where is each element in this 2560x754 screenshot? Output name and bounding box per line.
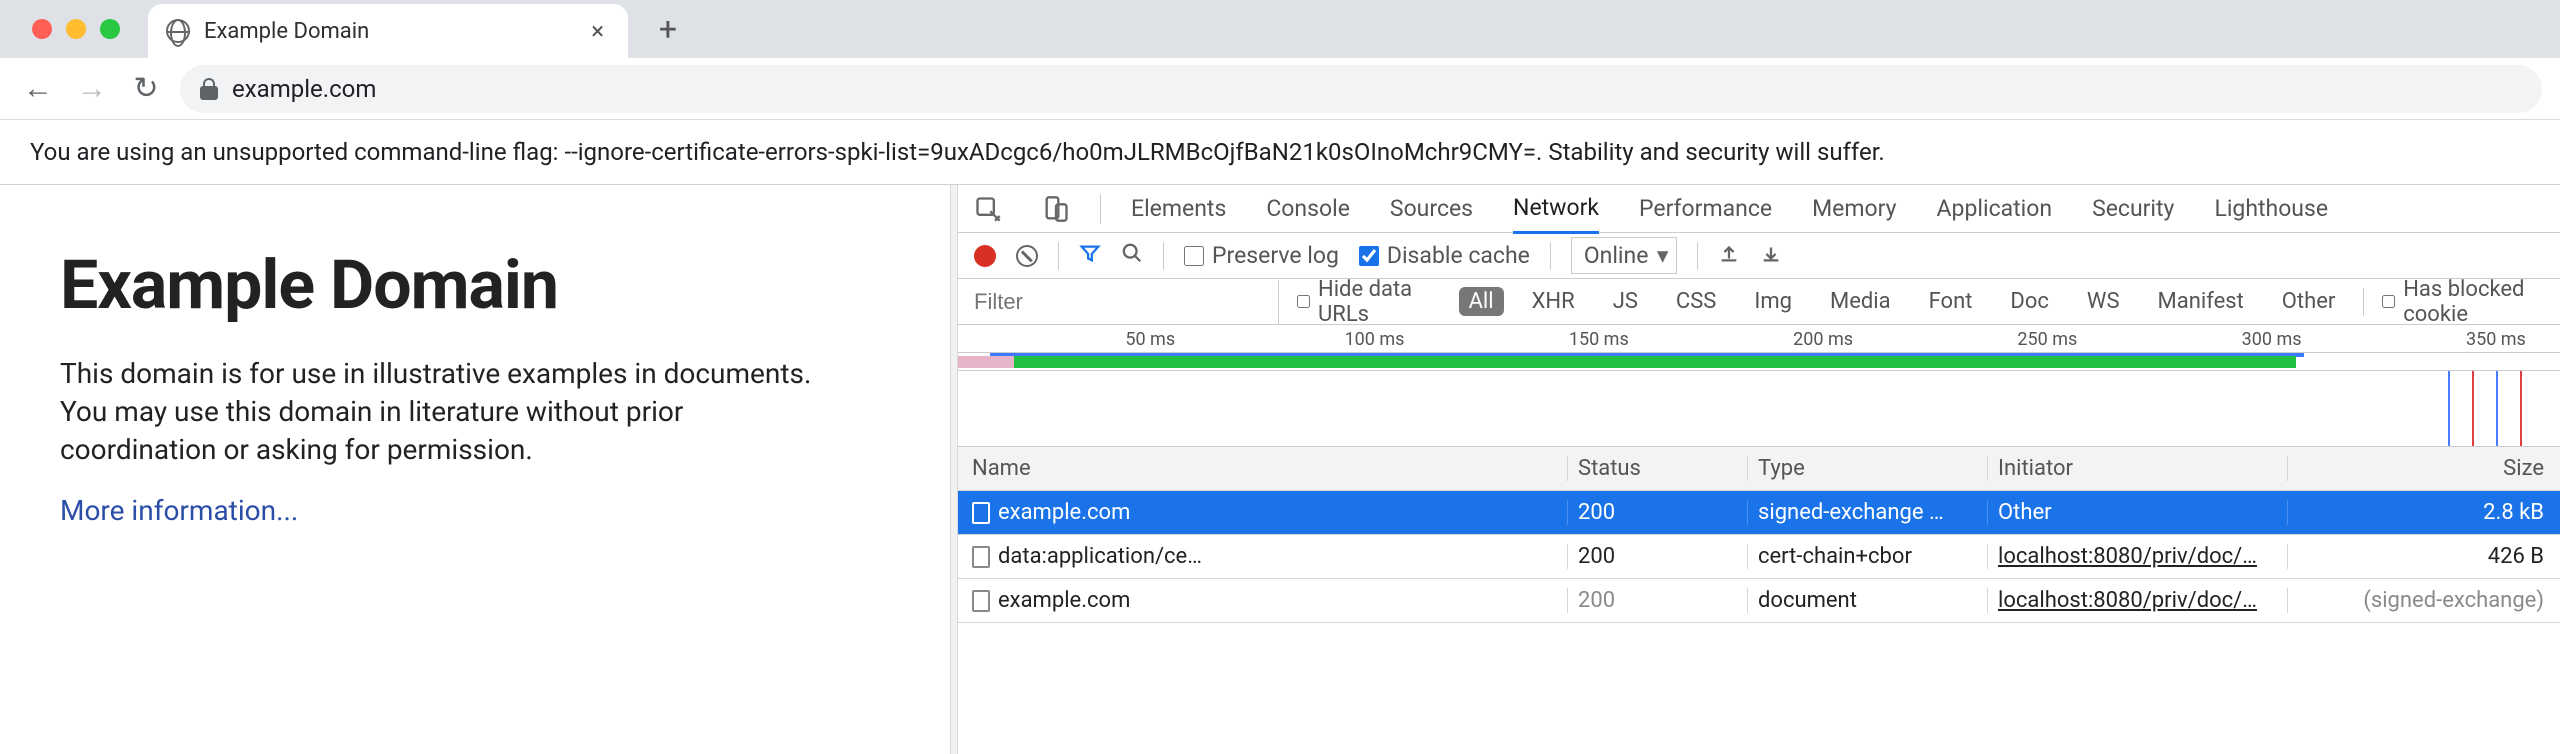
file-icon [972, 502, 990, 524]
back-button[interactable]: ← [18, 69, 58, 109]
page-content: Example Domain This domain is for use in… [0, 185, 950, 754]
record-button[interactable] [974, 245, 996, 267]
devtools: Elements Console Sources Network Perform… [958, 185, 2560, 754]
panel-tab-network[interactable]: Network [1513, 184, 1599, 234]
col-header-name[interactable]: Name [958, 456, 1568, 481]
forward-button[interactable]: → [72, 69, 112, 109]
filter-type-other[interactable]: Other [2272, 287, 2346, 316]
filter-type-ws[interactable]: WS [2077, 287, 2130, 316]
panel-tab-memory[interactable]: Memory [1812, 185, 1896, 232]
col-header-initiator[interactable]: Initiator [1988, 456, 2288, 481]
clear-button[interactable] [1016, 245, 1038, 267]
timeline-ruler[interactable]: 50 ms 100 ms 150 ms 200 ms 250 ms 300 ms… [958, 325, 2560, 353]
file-icon [972, 590, 990, 612]
filter-type-css[interactable]: CSS [1666, 287, 1726, 316]
filter-type-img[interactable]: Img [1744, 287, 1802, 316]
timeline-overview[interactable] [958, 353, 2560, 371]
network-row[interactable]: example.com 200 document localhost:8080/… [958, 579, 2560, 623]
panel-tab-elements[interactable]: Elements [1131, 185, 1226, 232]
page-body: This domain is for use in illustrative e… [60, 355, 820, 468]
network-row[interactable]: data:application/ce… 200 cert-chain+cbor… [958, 535, 2560, 579]
close-tab-button[interactable]: × [585, 17, 610, 45]
panel-tab-security[interactable]: Security [2092, 185, 2174, 232]
col-header-status[interactable]: Status [1568, 456, 1748, 481]
filter-type-font[interactable]: Font [1919, 287, 1983, 316]
panel-tab-application[interactable]: Application [1937, 185, 2053, 232]
panel-tab-performance[interactable]: Performance [1639, 185, 1772, 232]
filter-type-doc[interactable]: Doc [2000, 287, 2059, 316]
inspect-element-icon[interactable] [974, 195, 1002, 223]
window-zoom-button[interactable] [100, 19, 120, 39]
filter-toggle-icon[interactable] [1079, 242, 1101, 270]
hide-data-urls-checkbox[interactable]: Hide data URLs [1297, 277, 1441, 327]
globe-icon [166, 19, 190, 43]
infobar-warning: You are using an unsupported command-lin… [0, 120, 2560, 185]
filter-type-xhr[interactable]: XHR [1522, 287, 1585, 316]
network-table: Name Status Type Initiator Size example.… [958, 447, 2560, 623]
col-header-type[interactable]: Type [1748, 456, 1988, 481]
devtools-resizer[interactable] [950, 185, 958, 754]
network-filter-bar: Hide data URLs All XHR JS CSS Img Media … [958, 279, 2560, 325]
preserve-log-checkbox[interactable]: Preserve log [1184, 242, 1339, 269]
throttling-select[interactable]: Online [1571, 237, 1678, 274]
timeline-gap[interactable] [958, 371, 2560, 447]
disable-cache-checkbox[interactable]: Disable cache [1359, 242, 1530, 269]
reload-button[interactable]: ↻ [126, 69, 166, 109]
browser-tab-strip: Example Domain × + [0, 0, 2560, 58]
col-header-size[interactable]: Size [2288, 456, 2560, 481]
browser-toolbar: ← → ↻ example.com [0, 58, 2560, 120]
tab-title: Example Domain [204, 19, 585, 44]
network-row[interactable]: example.com 200 signed-exchange … Other … [958, 491, 2560, 535]
window-controls [32, 19, 120, 39]
export-har-icon[interactable] [1760, 242, 1782, 270]
filter-type-js[interactable]: JS [1603, 287, 1648, 316]
has-blocked-cookies-checkbox[interactable]: Has blocked cookie [2382, 277, 2560, 327]
filter-type-all[interactable]: All [1459, 287, 1504, 316]
more-information-link[interactable]: More information... [60, 494, 298, 527]
address-bar[interactable]: example.com [180, 65, 2542, 113]
search-icon[interactable] [1121, 242, 1143, 270]
window-minimize-button[interactable] [66, 19, 86, 39]
browser-tab[interactable]: Example Domain × [148, 4, 628, 58]
page-heading: Example Domain [60, 245, 890, 325]
network-action-bar: Preserve log Disable cache Online [958, 233, 2560, 279]
url-text: example.com [232, 75, 376, 103]
filter-type-manifest[interactable]: Manifest [2148, 287, 2254, 316]
devtools-tab-bar: Elements Console Sources Network Perform… [958, 185, 2560, 233]
filter-input[interactable] [958, 280, 1279, 324]
import-har-icon[interactable] [1718, 242, 1740, 270]
device-toolbar-icon[interactable] [1042, 195, 1070, 223]
panel-tab-lighthouse[interactable]: Lighthouse [2214, 185, 2328, 232]
file-icon [972, 546, 990, 568]
window-close-button[interactable] [32, 19, 52, 39]
panel-tab-sources[interactable]: Sources [1390, 185, 1473, 232]
filter-type-media[interactable]: Media [1820, 287, 1901, 316]
lock-icon [200, 78, 218, 100]
new-tab-button[interactable]: + [646, 7, 690, 51]
panel-tab-console[interactable]: Console [1266, 185, 1350, 232]
network-table-header[interactable]: Name Status Type Initiator Size [958, 447, 2560, 491]
